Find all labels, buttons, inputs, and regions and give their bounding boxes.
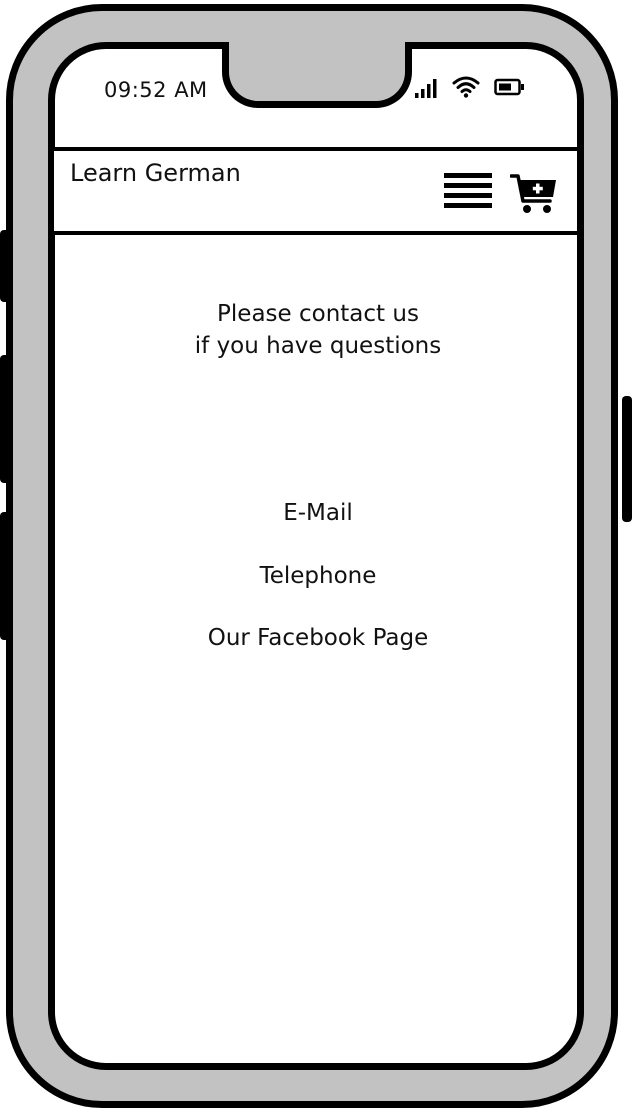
contact-intro-line-1: Please contact us — [217, 301, 419, 327]
app-header: Learn German — [50, 147, 581, 235]
hamburger-menu-icon — [444, 173, 492, 208]
contact-intro-text: Please contact us if you have questions — [150, 298, 486, 362]
hamburger-menu-button[interactable] — [442, 171, 494, 213]
wifi-icon — [452, 76, 480, 98]
app-title: Learn German — [70, 159, 241, 187]
facebook-page-link[interactable]: Our Facebook Page — [150, 625, 486, 651]
phone-mockup: 09:52 AM Learn German Please contact us … — [0, 0, 632, 1114]
status-icons — [414, 74, 526, 102]
add-to-cart-icon — [509, 174, 556, 213]
contact-intro-line-2: if you have questions — [194, 333, 442, 359]
phone-notch — [222, 42, 412, 108]
status-time: 09:52 AM — [104, 78, 208, 102]
email-link[interactable]: E-Mail — [150, 500, 486, 526]
signal-icon — [415, 79, 437, 98]
power-button — [622, 396, 632, 522]
telephone-link[interactable]: Telephone — [150, 563, 486, 589]
cart-button[interactable] — [509, 173, 560, 217]
battery-icon — [494, 78, 524, 96]
